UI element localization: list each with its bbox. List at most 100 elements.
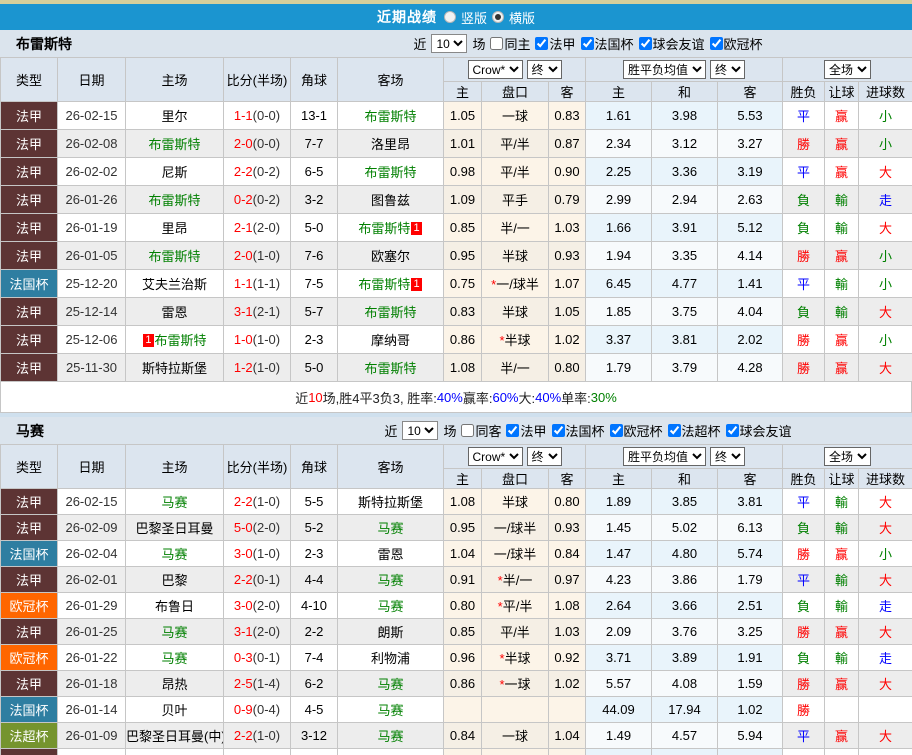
score-cell: 2-2(1-0) <box>223 722 291 749</box>
full-score: 3-1 <box>233 304 253 319</box>
team-name-text: 马赛 <box>377 703 404 718</box>
summary-part: 40% <box>436 389 463 405</box>
col-mean-away: 客 <box>716 468 784 489</box>
goals-result-cell-text: 走 <box>879 599 893 614</box>
away-odds-cell: 0.87 <box>548 129 586 158</box>
handicap-result-cell: 赢 <box>824 540 860 567</box>
bookmaker-select[interactable]: Crow* <box>467 447 523 466</box>
same-venue-checkbox[interactable] <box>490 37 504 50</box>
wdl-result-cell: 勝 <box>782 540 826 567</box>
mean-away-cell: 1.41 <box>716 269 784 298</box>
mean-home-cell: 6.45 <box>585 269 652 298</box>
match-row: 法甲 26-02-09 巴黎圣日耳曼 5-0(2-0) 5-2 马赛 0.95 一/球半 0.9… <box>0 514 912 541</box>
goals-result-cell-text: 小 <box>879 333 893 348</box>
team-name-text: 马赛 <box>377 599 404 614</box>
corners-cell: 4-5 <box>290 696 338 723</box>
odds-stage-select[interactable]: 终 <box>526 60 562 79</box>
home-odds-cell: 0.85 <box>443 213 482 242</box>
handicap-result-cell-text: 輸 <box>835 521 849 536</box>
full-score: 2-2 <box>233 164 253 179</box>
team-name-text: 布雷斯特 <box>364 305 417 320</box>
mean-home-cell: 1.85 <box>585 297 652 326</box>
competition-checkbox[interactable] <box>535 37 549 50</box>
col-mean-home: 主 <box>585 468 652 489</box>
date-cell: 26-01-19 <box>57 213 126 242</box>
mean-type-select[interactable]: 胜平负均值 <box>623 60 706 79</box>
col-mean-draw: 和 <box>651 468 718 489</box>
col-home: 主场 <box>125 57 224 102</box>
mean-stage-select[interactable]: 终 <box>710 447 745 466</box>
away-team-cell: 雷恩 <box>337 540 444 567</box>
horizontal-layout-radio[interactable] <box>492 11 504 23</box>
wdl-result-cell: 平 <box>782 157 826 186</box>
competition-checkbox[interactable] <box>709 37 723 50</box>
mean-away-cell: 2.51 <box>716 592 784 619</box>
home-odds-cell: 1.08 <box>443 353 482 382</box>
mean-home-cell: 2.34 <box>585 129 652 158</box>
corners-cell: 4-10 <box>290 592 338 619</box>
competition-checkbox[interactable] <box>638 37 652 50</box>
half-score: (0-1) <box>252 650 281 665</box>
odds-stage-select[interactable]: 终 <box>526 447 562 466</box>
handicap-cell: 平手 <box>481 185 549 214</box>
handicap-result-cell: 赢 <box>824 670 860 697</box>
wdl-result-cell-text: 負 <box>797 521 811 536</box>
team-name-text: 雷恩 <box>161 305 188 320</box>
away-odds-cell: 1.03 <box>548 618 586 645</box>
competition-checkbox[interactable] <box>551 424 565 437</box>
mean-away-cell: 3.19 <box>716 157 784 186</box>
corners-cell: 3-2 <box>290 185 338 214</box>
competition-checkbox[interactable] <box>667 424 681 437</box>
mean-away-cell: 3.81 <box>716 488 784 515</box>
handicap-cell: *一球 <box>481 670 549 697</box>
bookmaker-select[interactable]: Crow* <box>467 60 523 79</box>
league-cell: 法甲 <box>0 213 58 242</box>
away-odds-cell: 0.79 <box>548 185 586 214</box>
handicap-cell: 一球 <box>481 101 549 130</box>
score-cell: 1-1(0-0) <box>223 101 291 130</box>
handicap-result-cell: 赢 <box>824 157 860 186</box>
mean-away-cell <box>716 748 784 755</box>
wdl-result-cell-text: 負 <box>797 599 811 614</box>
position-badge: 1 <box>411 222 422 235</box>
goals-result-cell-text: 大 <box>879 221 893 236</box>
away-odds-cell <box>548 696 586 723</box>
mean-stage-select[interactable]: 终 <box>710 60 745 79</box>
half-score: (1-0) <box>252 546 281 561</box>
team-section-header: 马赛 近 10 场同客 法甲 法国杯 欧冠杯 法超杯 球会友谊 <box>0 417 912 444</box>
wdl-result-cell-text: 平 <box>797 109 811 124</box>
wdl-result-cell-text: 勝 <box>797 703 811 718</box>
same-venue-checkbox[interactable] <box>461 424 475 437</box>
col-corner: 角球 <box>290 444 338 489</box>
handicap-result-cell: 輸 <box>824 514 860 541</box>
scope-select[interactable]: 全场 <box>824 60 872 79</box>
competition-checkbox[interactable] <box>609 424 623 437</box>
half-score: (2-0) <box>252 520 281 535</box>
scope-select[interactable]: 全场 <box>824 447 872 466</box>
vertical-layout-radio[interactable] <box>443 11 456 23</box>
competition-checkbox[interactable] <box>506 424 520 437</box>
competition-checkbox[interactable] <box>725 424 739 437</box>
mean-away-cell: 2.63 <box>716 185 784 214</box>
team-name-text: 里昂 <box>161 221 188 236</box>
mean-home-cell: 3.71 <box>585 644 652 671</box>
competition-checkbox[interactable] <box>580 37 594 50</box>
handicap-star: * <box>491 277 497 292</box>
away-team-cell: 朗斯 <box>337 618 444 645</box>
recent-count-select[interactable]: 10 <box>431 34 468 53</box>
team-name-text: 布雷斯特 <box>364 165 417 180</box>
wdl-result-cell-text: 勝 <box>797 677 811 692</box>
mean-draw-cell: 4.77 <box>651 269 718 298</box>
away-team-cell: 利物浦 <box>337 644 444 671</box>
half-score: (1-0) <box>252 360 281 375</box>
goals-result-cell: 大 <box>858 566 912 593</box>
league-cell: 欧冠杯 <box>0 592 58 619</box>
recent-count-select[interactable]: 10 <box>402 421 439 440</box>
same-venue-option: 同主 <box>488 34 530 53</box>
mean-type-select[interactable]: 胜平负均值 <box>623 447 706 466</box>
home-team-cell: 布雷斯特 <box>125 129 224 158</box>
away-odds-cell: 0.84 <box>548 540 586 567</box>
matches-label: 场 <box>443 424 457 439</box>
wdl-result-cell: 負 <box>782 213 826 242</box>
recent-label: 近 <box>413 37 427 52</box>
